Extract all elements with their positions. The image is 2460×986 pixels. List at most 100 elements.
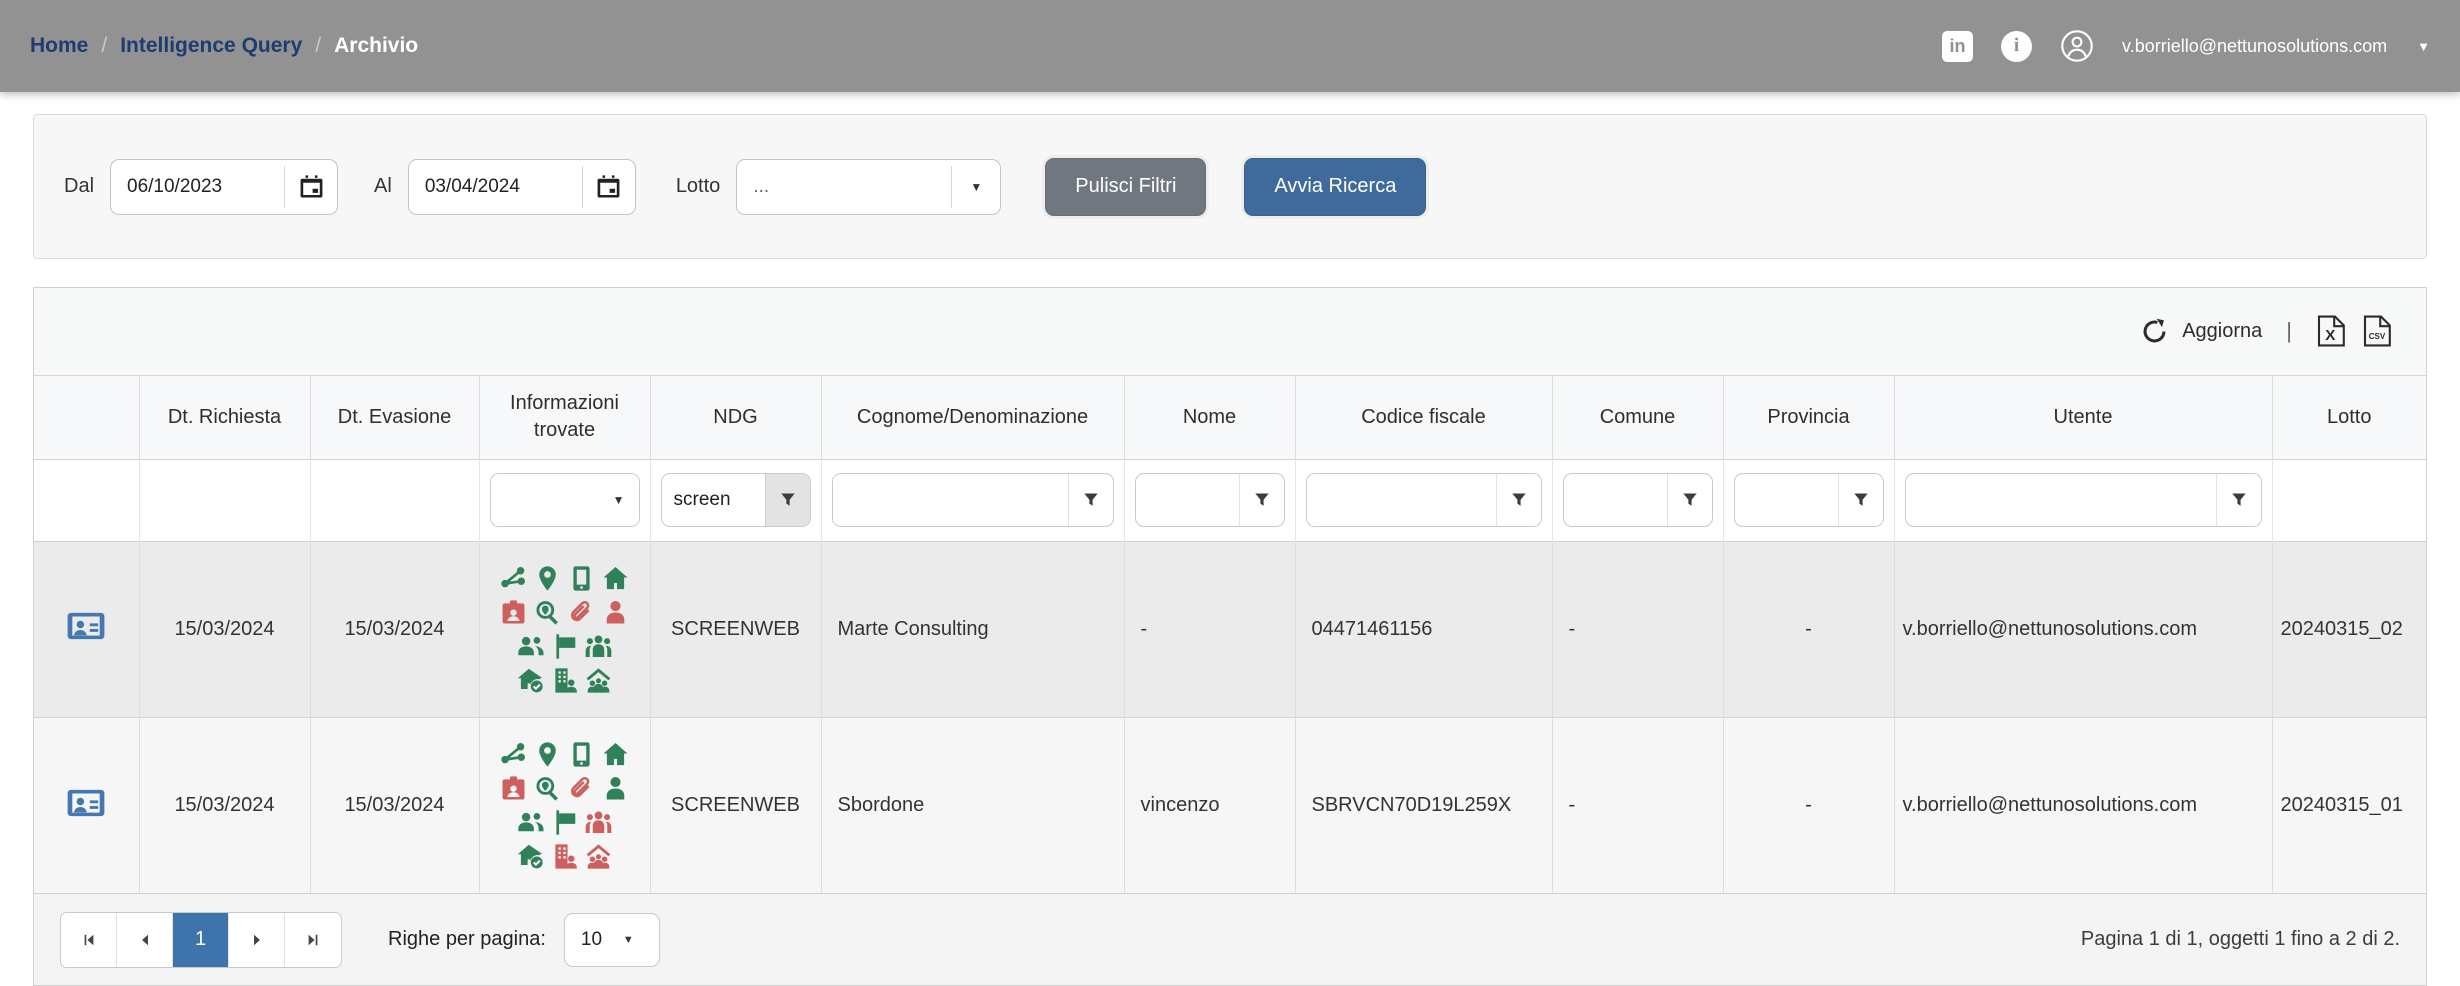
col-nome: Nome [1124, 375, 1295, 459]
building-user-icon [551, 843, 578, 870]
sign-icon [551, 809, 578, 836]
breadcrumb-intelligence-query[interactable]: Intelligence Query [120, 34, 302, 58]
table-row: 15/03/2024 15/03/2024 SCREENWEB Marte Co… [34, 541, 2426, 717]
next-page-button[interactable] [229, 913, 285, 967]
al-calendar-button[interactable] [583, 160, 635, 214]
person-icon [602, 775, 629, 802]
filter-cell-cognome [821, 459, 1124, 541]
results-grid: Aggiorna | X CSV Dt. Richiesta Dt. Evasi [33, 287, 2427, 986]
col-provincia: Provincia [1723, 375, 1894, 459]
table-row: 15/03/2024 15/03/2024 SCREENWEB Sbordone… [34, 717, 2426, 893]
ndg-filter-button[interactable] [765, 474, 810, 526]
grid-toolbar: Aggiorna | X CSV [34, 288, 2426, 375]
refresh-label: Aggiorna [2182, 320, 2262, 343]
linkedin-icon[interactable]: in [1942, 31, 1973, 62]
filter-cell-utente [1894, 459, 2272, 541]
page-1-button[interactable]: 1 [173, 913, 229, 967]
calendar-icon [596, 174, 621, 199]
info-icon-row [517, 809, 612, 836]
start-search-button[interactable]: Avvia Ricerca [1244, 158, 1426, 216]
detail-cell [34, 541, 139, 717]
clear-filters-button[interactable]: Pulisci Filtri [1045, 158, 1206, 216]
cognome-cell: Marte Consulting [821, 541, 1124, 717]
people-group-icon [585, 809, 612, 836]
person-icon [602, 599, 629, 626]
toolbar-separator: | [2286, 318, 2292, 344]
contact-card-icon[interactable] [67, 788, 105, 818]
refresh-button[interactable]: Aggiorna [2141, 318, 2262, 345]
house-icon [602, 565, 629, 592]
previous-page-button[interactable] [117, 913, 173, 967]
utente-cell: v.borriello@nettunosolutions.com [1894, 541, 2272, 717]
breadcrumb-home[interactable]: Home [30, 34, 88, 58]
id-badge-icon [500, 775, 527, 802]
col-utente: Utente [1894, 375, 2272, 459]
csv-file-icon: CSV [2362, 315, 2392, 347]
info-icon[interactable]: i [2001, 31, 2032, 62]
first-page-button[interactable] [61, 913, 117, 967]
col-detail [34, 375, 139, 459]
export-excel-button[interactable]: X [2316, 315, 2346, 347]
lotto-select[interactable]: ... ▼ [736, 159, 1001, 215]
nome-filter-button[interactable] [1239, 474, 1284, 526]
col-informazioni-trovate: Informazioni trovate [479, 375, 650, 459]
user-email[interactable]: v.borriello@nettunosolutions.com [2122, 36, 2387, 57]
col-ndg: NDG [650, 375, 821, 459]
people-group-icon [585, 633, 612, 660]
ndg-cell: SCREENWEB [650, 717, 821, 893]
codice-fiscale-cell: 04471461156 [1295, 541, 1552, 717]
share-nodes-icon [500, 741, 527, 768]
table-filter-row: ▼ [34, 459, 2426, 541]
breadcrumb-current-archivio: Archivio [334, 34, 418, 58]
provincia-cell: - [1723, 541, 1894, 717]
utente-filter-button[interactable] [2216, 474, 2261, 526]
provincia-filter-input[interactable] [1735, 474, 1838, 526]
dal-calendar-button[interactable] [285, 160, 337, 214]
breadcrumb-separator: / [101, 34, 107, 58]
info-icon-row [517, 667, 612, 694]
rows-per-page-label: Righe per pagina: [388, 928, 546, 951]
utente-filter-input[interactable] [1906, 474, 2216, 526]
ndg-filter-input[interactable] [662, 474, 765, 526]
id-badge-icon [500, 599, 527, 626]
filter-cell-empty [139, 459, 310, 541]
al-date-input[interactable] [409, 160, 582, 214]
ndg-cell: SCREENWEB [650, 541, 821, 717]
codice-fiscale-filter-input[interactable] [1307, 474, 1496, 526]
rows-per-page-select[interactable]: 10 ▼ [564, 913, 660, 967]
filter-cell-empty [34, 459, 139, 541]
comune-filter-input[interactable] [1564, 474, 1667, 526]
comune-filter-button[interactable] [1667, 474, 1712, 526]
users-icon [517, 633, 544, 660]
contact-card-icon[interactable] [67, 611, 105, 641]
provincia-filter-button[interactable] [1838, 474, 1883, 526]
filter-cell-lotto [2272, 459, 2426, 541]
results-table: Dt. Richiesta Dt. Evasione Informazioni … [34, 375, 2426, 894]
comune-cell: - [1552, 541, 1723, 717]
filter-cell-nome [1124, 459, 1295, 541]
users-icon [517, 809, 544, 836]
funnel-icon [1853, 492, 1869, 508]
nome-filter-input[interactable] [1136, 474, 1239, 526]
funnel-icon [1511, 492, 1527, 508]
pager-summary: Pagina 1 di 1, oggetti 1 fino a 2 di 2. [2081, 928, 2400, 951]
cognome-filter-input[interactable] [833, 474, 1068, 526]
informazioni-filter-select[interactable]: ▼ [490, 473, 640, 527]
chevron-down-icon: ▼ [952, 160, 1000, 214]
dt-richiesta-cell: 15/03/2024 [139, 717, 310, 893]
svg-text:CSV: CSV [2369, 332, 2386, 341]
dal-date-input[interactable] [111, 160, 284, 214]
filter-cell-informazioni: ▼ [479, 459, 650, 541]
house-people-icon [585, 667, 612, 694]
user-avatar-icon[interactable] [2060, 29, 2094, 63]
codice-fiscale-filter-button[interactable] [1496, 474, 1541, 526]
codice-fiscale-cell: SBRVCN70D19L259X [1295, 717, 1552, 893]
location-pin-icon [534, 741, 561, 768]
cognome-cell: Sbordone [821, 717, 1124, 893]
next-page-icon [250, 933, 264, 947]
last-page-button[interactable] [285, 913, 341, 967]
user-menu-caret-icon[interactable]: ▼ [2417, 39, 2430, 54]
dt-richiesta-cell: 15/03/2024 [139, 541, 310, 717]
cognome-filter-button[interactable] [1068, 474, 1113, 526]
export-csv-button[interactable]: CSV [2362, 315, 2392, 347]
